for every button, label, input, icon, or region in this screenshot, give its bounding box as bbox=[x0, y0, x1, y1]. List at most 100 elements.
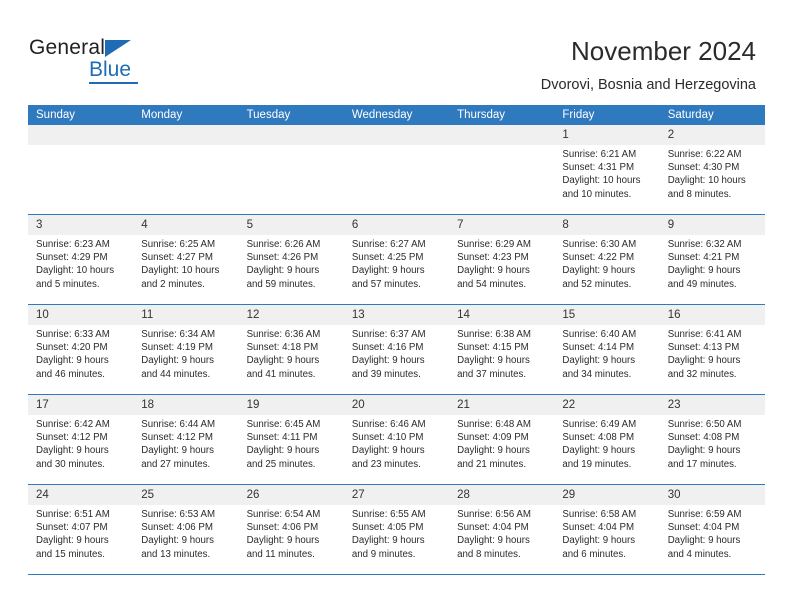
calendar-day-cell[interactable]: 18 Sunrise: 6:44 AM Sunset: 4:12 PM Dayligh… bbox=[133, 394, 239, 485]
calendar-day-cell[interactable]: 4 Sunrise: 6:25 AM Sunset: 4:27 PM Daylight… bbox=[133, 214, 239, 305]
sun-info-line: Daylight: 9 hours bbox=[36, 445, 109, 457]
sun-info: Sunrise: 6:33 AM Sunset: 4:20 PM Daylight:… bbox=[28, 325, 133, 381]
sun-info: Sunrise: 6:53 AM Sunset: 4:06 PM Daylight:… bbox=[133, 505, 238, 561]
sun-info-line: and 41 minutes. bbox=[246, 368, 316, 380]
calendar-day-cell[interactable]: 15 Sunrise: 6:40 AM Sunset: 4:14 PM Dayligh… bbox=[554, 304, 660, 395]
sun-info-line: Daylight: 9 hours bbox=[246, 535, 320, 547]
calendar-day-cell[interactable]: 2 Sunrise: 6:22 AM Sunset: 4:30 PM Daylight… bbox=[659, 125, 765, 215]
sun-info-line: and 10 minutes. bbox=[562, 188, 632, 200]
sun-info-line: Sunset: 4:31 PM bbox=[562, 162, 635, 174]
weekday-header-sunday: Sunday bbox=[28, 105, 134, 125]
logo-triangle-icon bbox=[105, 40, 131, 57]
calendar-day-cell[interactable]: 1 Sunrise: 6:21 AM Sunset: 4:31 PM Daylight… bbox=[554, 125, 660, 215]
sun-info-line: and 21 minutes. bbox=[457, 458, 527, 470]
calendar-day-cell[interactable]: 12 Sunrise: 6:36 AM Sunset: 4:18 PM Dayligh… bbox=[238, 304, 344, 395]
calendar-day-cell[interactable]: 27 Sunrise: 6:55 AM Sunset: 4:05 PM Dayligh… bbox=[343, 484, 450, 575]
sun-info-line: Sunrise: 6:23 AM bbox=[36, 239, 110, 250]
day-number: 16 bbox=[659, 305, 765, 325]
day-number: 25 bbox=[133, 485, 239, 505]
calendar-day-cell[interactable]: 21 Sunrise: 6:48 AM Sunset: 4:09 PM Dayligh… bbox=[449, 394, 555, 485]
calendar-day-cell[interactable]: 11 Sunrise: 6:34 AM Sunset: 4:19 PM Dayligh… bbox=[133, 304, 239, 395]
sun-info: Sunrise: 6:42 AM Sunset: 4:12 PM Daylight:… bbox=[28, 415, 133, 471]
day-number: 6 bbox=[343, 215, 450, 235]
calendar-day-cell[interactable]: 13 Sunrise: 6:37 AM Sunset: 4:16 PM Dayligh… bbox=[343, 304, 450, 395]
logo-text-blue: Blue bbox=[89, 58, 132, 81]
calendar-day-cell-empty bbox=[343, 125, 450, 215]
sun-info-line: Sunset: 4:05 PM bbox=[351, 522, 424, 534]
sun-info-line: Sunset: 4:18 PM bbox=[246, 342, 319, 354]
calendar-day-cell[interactable]: 6 Sunrise: 6:27 AM Sunset: 4:25 PM Daylight… bbox=[343, 214, 450, 305]
calendar-day-cell[interactable]: 20 Sunrise: 6:46 AM Sunset: 4:10 PM Dayligh… bbox=[343, 394, 450, 485]
day-number: 7 bbox=[449, 215, 555, 235]
calendar-week-row: 3 Sunrise: 6:23 AM Sunset: 4:29 PM Daylight… bbox=[28, 214, 765, 305]
sun-info: Sunrise: 6:50 AM Sunset: 4:08 PM Daylight:… bbox=[660, 415, 765, 471]
sun-info: Sunrise: 6:27 AM Sunset: 4:25 PM Daylight:… bbox=[344, 235, 449, 291]
calendar-day-cell[interactable]: 9 Sunrise: 6:32 AM Sunset: 4:21 PM Daylight… bbox=[659, 214, 765, 305]
sun-info-line: and 52 minutes. bbox=[562, 278, 632, 290]
day-number: 2 bbox=[659, 125, 765, 145]
day-number: 15 bbox=[554, 305, 660, 325]
sun-info-line: and 8 minutes. bbox=[457, 548, 521, 560]
calendar-grid: Sunday Monday Tuesday Wednesday Thursday Frid… bbox=[28, 105, 765, 575]
day-number: 30 bbox=[659, 485, 765, 505]
day-number: 1 bbox=[554, 125, 660, 145]
sun-info-line: Sunrise: 6:49 AM bbox=[562, 419, 637, 430]
calendar-day-cell[interactable]: 30 Sunrise: 6:59 AM Sunset: 4:04 PM Dayligh… bbox=[659, 484, 765, 575]
day-number: 29 bbox=[554, 485, 660, 505]
calendar-day-cell[interactable]: 14 Sunrise: 6:38 AM Sunset: 4:15 PM Dayligh… bbox=[449, 304, 555, 395]
calendar-day-cell[interactable]: 26 Sunrise: 6:54 AM Sunset: 4:06 PM Dayligh… bbox=[238, 484, 344, 575]
day-number: 13 bbox=[343, 305, 450, 325]
calendar-day-cell[interactable]: 28 Sunrise: 6:56 AM Sunset: 4:04 PM Dayligh… bbox=[449, 484, 555, 575]
sun-info: Sunrise: 6:37 AM Sunset: 4:16 PM Daylight:… bbox=[344, 325, 449, 381]
sun-info-line: Sunset: 4:04 PM bbox=[562, 522, 635, 534]
sun-info-line: Sunset: 4:22 PM bbox=[562, 252, 635, 264]
calendar-day-cell[interactable]: 3 Sunrise: 6:23 AM Sunset: 4:29 PM Daylight… bbox=[28, 214, 134, 305]
sun-info-line: Daylight: 9 hours bbox=[457, 355, 530, 367]
sun-info-line: and 27 minutes. bbox=[141, 458, 211, 470]
day-number bbox=[449, 125, 555, 145]
calendar-day-cell[interactable]: 24 Sunrise: 6:51 AM Sunset: 4:07 PM Dayligh… bbox=[28, 484, 134, 575]
day-number: 11 bbox=[133, 305, 239, 325]
sun-info-line: Daylight: 9 hours bbox=[246, 355, 320, 367]
calendar-day-cell[interactable]: 10 Sunrise: 6:33 AM Sunset: 4:20 PM Dayligh… bbox=[28, 304, 134, 395]
calendar-day-cell[interactable]: 22 Sunrise: 6:49 AM Sunset: 4:08 PM Dayligh… bbox=[554, 394, 660, 485]
sun-info-line: and 44 minutes. bbox=[141, 368, 211, 380]
sun-info-line: Sunset: 4:06 PM bbox=[141, 522, 213, 534]
sun-info-line: Sunrise: 6:40 AM bbox=[562, 329, 637, 340]
sun-info-line: and 54 minutes. bbox=[457, 278, 527, 290]
sun-info-line: and 32 minutes. bbox=[667, 368, 737, 380]
sun-info-line: Daylight: 9 hours bbox=[36, 535, 109, 547]
calendar-day-cell[interactable]: 8 Sunrise: 6:30 AM Sunset: 4:22 PM Daylight… bbox=[554, 214, 660, 305]
sun-info: Sunrise: 6:30 AM Sunset: 4:22 PM Daylight:… bbox=[554, 235, 659, 291]
sun-info-line: Sunrise: 6:45 AM bbox=[246, 419, 321, 430]
day-number: 20 bbox=[343, 395, 450, 415]
sun-info-line: Daylight: 10 hours bbox=[562, 175, 641, 187]
calendar-day-cell[interactable]: 29 Sunrise: 6:58 AM Sunset: 4:04 PM Dayligh… bbox=[554, 484, 660, 575]
calendar-day-cell[interactable]: 17 Sunrise: 6:42 AM Sunset: 4:12 PM Dayligh… bbox=[28, 394, 134, 485]
sun-info-line: and 57 minutes. bbox=[351, 278, 421, 290]
sun-info-line: Daylight: 9 hours bbox=[457, 535, 530, 547]
sun-info-line: Sunset: 4:12 PM bbox=[141, 432, 213, 444]
sun-info-line: and 34 minutes. bbox=[562, 368, 632, 380]
sun-info-line: Daylight: 10 hours bbox=[36, 265, 115, 277]
day-number bbox=[343, 125, 450, 145]
sun-info: Sunrise: 6:22 AM Sunset: 4:30 PM Daylight:… bbox=[660, 145, 765, 201]
weekday-header-tuesday: Tuesday bbox=[238, 105, 344, 125]
calendar-day-cell[interactable]: 16 Sunrise: 6:41 AM Sunset: 4:13 PM Dayligh… bbox=[659, 304, 765, 395]
sun-info-line: Sunrise: 6:25 AM bbox=[141, 239, 216, 250]
sun-info: Sunrise: 6:46 AM Sunset: 4:10 PM Daylight:… bbox=[344, 415, 449, 471]
calendar-day-cell[interactable]: 19 Sunrise: 6:45 AM Sunset: 4:11 PM Dayligh… bbox=[238, 394, 344, 485]
sun-info: Sunrise: 6:21 AM Sunset: 4:31 PM Daylight:… bbox=[554, 145, 659, 201]
sun-info-line: and 9 minutes. bbox=[351, 548, 416, 560]
sun-info-line: Sunset: 4:26 PM bbox=[246, 252, 319, 264]
calendar-day-cell[interactable]: 5 Sunrise: 6:26 AM Sunset: 4:26 PM Daylight… bbox=[238, 214, 344, 305]
day-number: 26 bbox=[238, 485, 344, 505]
sun-info-line: and 13 minutes. bbox=[141, 548, 211, 560]
calendar-day-cell[interactable]: 23 Sunrise: 6:50 AM Sunset: 4:08 PM Dayligh… bbox=[659, 394, 765, 485]
calendar-day-cell[interactable]: 25 Sunrise: 6:53 AM Sunset: 4:06 PM Dayligh… bbox=[133, 484, 239, 575]
calendar-week-row: 24 Sunrise: 6:51 AM Sunset: 4:07 PM Dayligh… bbox=[28, 484, 765, 575]
sun-info-line: Sunrise: 6:42 AM bbox=[36, 419, 110, 430]
sun-info-line: Sunrise: 6:30 AM bbox=[562, 239, 637, 250]
calendar-day-cell-empty bbox=[238, 125, 344, 215]
calendar-day-cell[interactable]: 7 Sunrise: 6:29 AM Sunset: 4:23 PM Daylight… bbox=[449, 214, 555, 305]
